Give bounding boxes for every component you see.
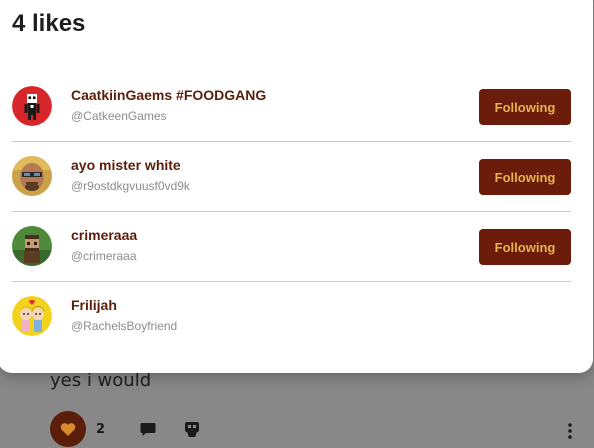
comment-icon [140, 422, 156, 436]
bald-man-avatar-icon[interactable] [12, 156, 52, 196]
user-name[interactable]: crimeraaa [71, 227, 137, 243]
list-item[interactable]: ayo mister white @r9ostdkgvuusf0vd9k Fol… [12, 142, 571, 212]
list-item[interactable]: crimeraaa @crimeraaa Following [12, 212, 571, 282]
heart-icon [60, 422, 76, 436]
following-button[interactable]: Following [479, 159, 571, 195]
like-button[interactable] [50, 411, 86, 447]
following-button[interactable]: Following [479, 89, 571, 125]
comment-button[interactable] [139, 420, 157, 438]
following-button[interactable]: Following [479, 229, 571, 265]
user-handle: @RachelsBoyfriend [71, 319, 178, 333]
user-name[interactable]: CaatkiinGaems #FOODGANG [71, 87, 266, 103]
more-options-button[interactable] [562, 420, 578, 442]
user-handle: @CatkeenGames [71, 109, 167, 123]
remix-button[interactable] [183, 420, 201, 438]
user-handle: @r9ostdkgvuusf0vd9k [71, 179, 190, 193]
post-actions: 2 [50, 410, 201, 448]
couple-drawing-avatar-icon[interactable] [12, 296, 52, 336]
likes-user-list: CaatkiinGaems #FOODGANG @CatkeenGames Fo… [12, 72, 571, 351]
user-name[interactable]: ayo mister white [71, 157, 181, 173]
pixel-character-avatar-icon[interactable] [12, 226, 52, 266]
modal-title: 4 likes [12, 10, 86, 37]
user-handle: @crimeraaa [71, 249, 137, 263]
more-vertical-icon [568, 423, 572, 439]
like-count: 2 [96, 421, 106, 437]
list-item[interactable]: Frilijah @RachelsBoyfriend [12, 282, 571, 351]
red-character-avatar-icon[interactable] [12, 86, 52, 126]
remix-icon [185, 421, 200, 437]
post-text: yes i would [50, 370, 152, 391]
likes-modal: 4 likes CaatkiinGaems #FOODGANG @Catkeen… [0, 0, 593, 373]
user-name[interactable]: Frilijah [71, 297, 117, 313]
list-item[interactable]: CaatkiinGaems #FOODGANG @CatkeenGames Fo… [12, 72, 571, 142]
